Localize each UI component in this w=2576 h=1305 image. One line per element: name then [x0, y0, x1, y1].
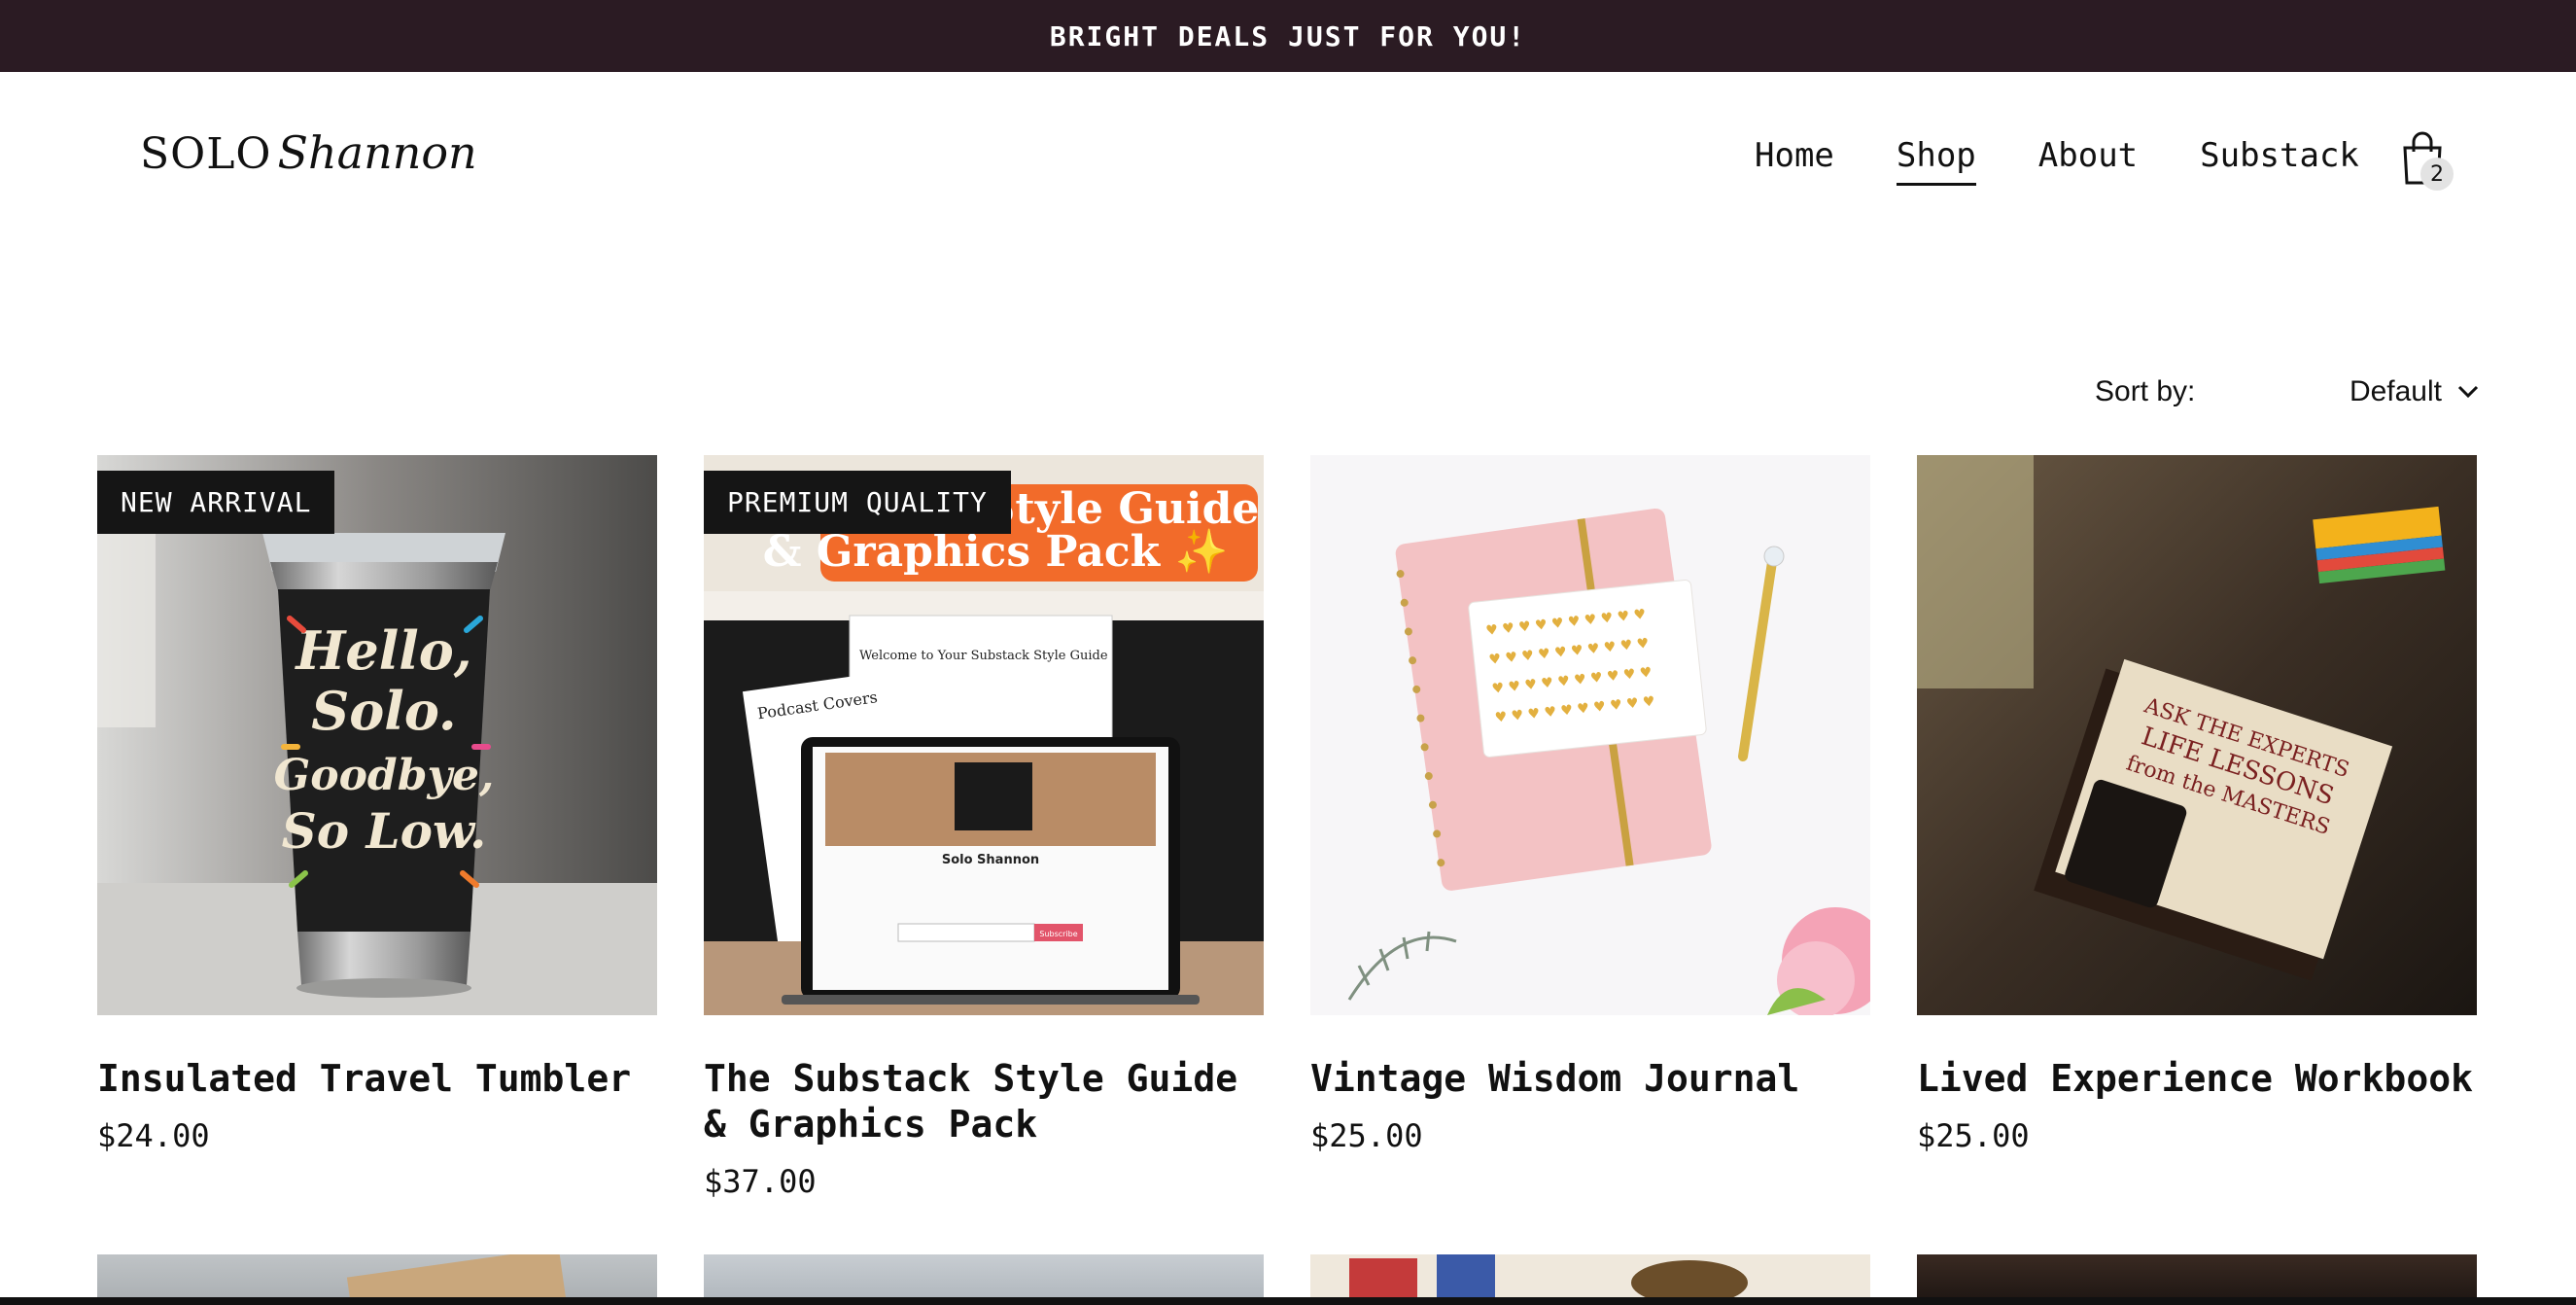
product-image-workbook[interactable]: ASK THE EXPERTS LIFE LESSONS from the MA… — [1917, 455, 2477, 1015]
guide-banner-2: & Graphics Pack ✨ — [763, 527, 1228, 577]
product-title[interactable]: Vintage Wisdom Journal — [1310, 1056, 1870, 1102]
product-image-style-guide[interactable]: Style Guide & Graphics Pack ✨ Welcome to… — [704, 455, 1264, 1015]
guide-screen-name: Solo Shannon — [942, 853, 1039, 867]
guide-screen-subscribe: Subscribe — [1039, 930, 1077, 938]
nav-home[interactable]: Home — [1755, 136, 1834, 186]
product-title[interactable]: Lived Experience Workbook — [1917, 1056, 2477, 1102]
tumbler-text-4: So Low. — [282, 802, 487, 860]
sort-control[interactable]: Sort by: Default — [2095, 375, 2479, 408]
nav-substack[interactable]: Substack — [2200, 136, 2359, 186]
product-badge: NEW ARRIVAL — [97, 471, 335, 534]
chevron-down-icon — [2457, 385, 2479, 399]
nav-about[interactable]: About — [2038, 136, 2138, 186]
product-card[interactable]: Style Guide & Graphics Pack ✨ Welcome to… — [704, 455, 1264, 1200]
main-nav: Home Shop About Substack — [1755, 136, 2359, 186]
product-title[interactable]: The Substack Style Guide & Graphics Pack — [704, 1056, 1264, 1147]
tumbler-text-3: Goodbye, — [274, 751, 495, 800]
product-card[interactable]: Hello, Solo. Goodbye, So Low. NEW ARRIVA… — [97, 455, 657, 1154]
tumbler-text-1: Hello, — [294, 619, 471, 682]
bottom-edge — [0, 1297, 2576, 1305]
site-logo[interactable]: SOLO Shannon — [140, 126, 477, 194]
sort-label: Sort by: — [2095, 375, 2196, 407]
product-image-journal[interactable]: ♥ ♥ ♥ ♥ ♥ ♥ ♥ ♥ ♥ ♥ ♥ ♥ ♥ ♥ ♥ ♥ ♥ ♥ ♥ ♥ … — [1310, 455, 1870, 1015]
product-price: $25.00 — [1310, 1117, 1423, 1154]
workbook-photo: ASK THE EXPERTS LIFE LESSONS from the MA… — [1917, 455, 2477, 1015]
guide-screen-welcome: Welcome to Your Substack Style Guide — [859, 649, 1108, 663]
logo-solo: SOLO — [140, 129, 272, 179]
product-badge: PREMIUM QUALITY — [704, 471, 1011, 534]
cart-count-badge: 2 — [2420, 158, 2454, 191]
sort-select[interactable]: Default — [2350, 375, 2479, 408]
product-price: $25.00 — [1917, 1117, 2030, 1154]
style-guide-photo: Style Guide & Graphics Pack ✨ Welcome to… — [704, 455, 1264, 1015]
product-price: $24.00 — [97, 1117, 210, 1154]
logo-script: Shannon — [277, 126, 477, 179]
nav-shop[interactable]: Shop — [1896, 136, 1976, 186]
tumbler-text-2: Solo. — [311, 680, 456, 742]
product-image-tumbler[interactable]: Hello, Solo. Goodbye, So Low. NEW ARRIVA… — [97, 455, 657, 1015]
journal-photo: ♥ ♥ ♥ ♥ ♥ ♥ ♥ ♥ ♥ ♥ ♥ ♥ ♥ ♥ ♥ ♥ ♥ ♥ ♥ ♥ … — [1310, 455, 1870, 1015]
product-card[interactable]: ASK THE EXPERTS LIFE LESSONS from the MA… — [1917, 455, 2477, 1154]
tumbler-photo: Hello, Solo. Goodbye, So Low. — [97, 455, 657, 1015]
announcement-text: BRIGHT DEALS JUST FOR YOU! — [1049, 19, 1527, 53]
sort-value: Default — [2349, 375, 2442, 407]
cart-button[interactable]: 2 — [2399, 130, 2454, 191]
product-card[interactable]: ♥ ♥ ♥ ♥ ♥ ♥ ♥ ♥ ♥ ♥ ♥ ♥ ♥ ♥ ♥ ♥ ♥ ♥ ♥ ♥ … — [1310, 455, 1870, 1154]
announcement-bar: BRIGHT DEALS JUST FOR YOU! — [0, 0, 2576, 72]
product-title[interactable]: Insulated Travel Tumbler — [97, 1056, 657, 1102]
product-price: $37.00 — [704, 1163, 817, 1200]
